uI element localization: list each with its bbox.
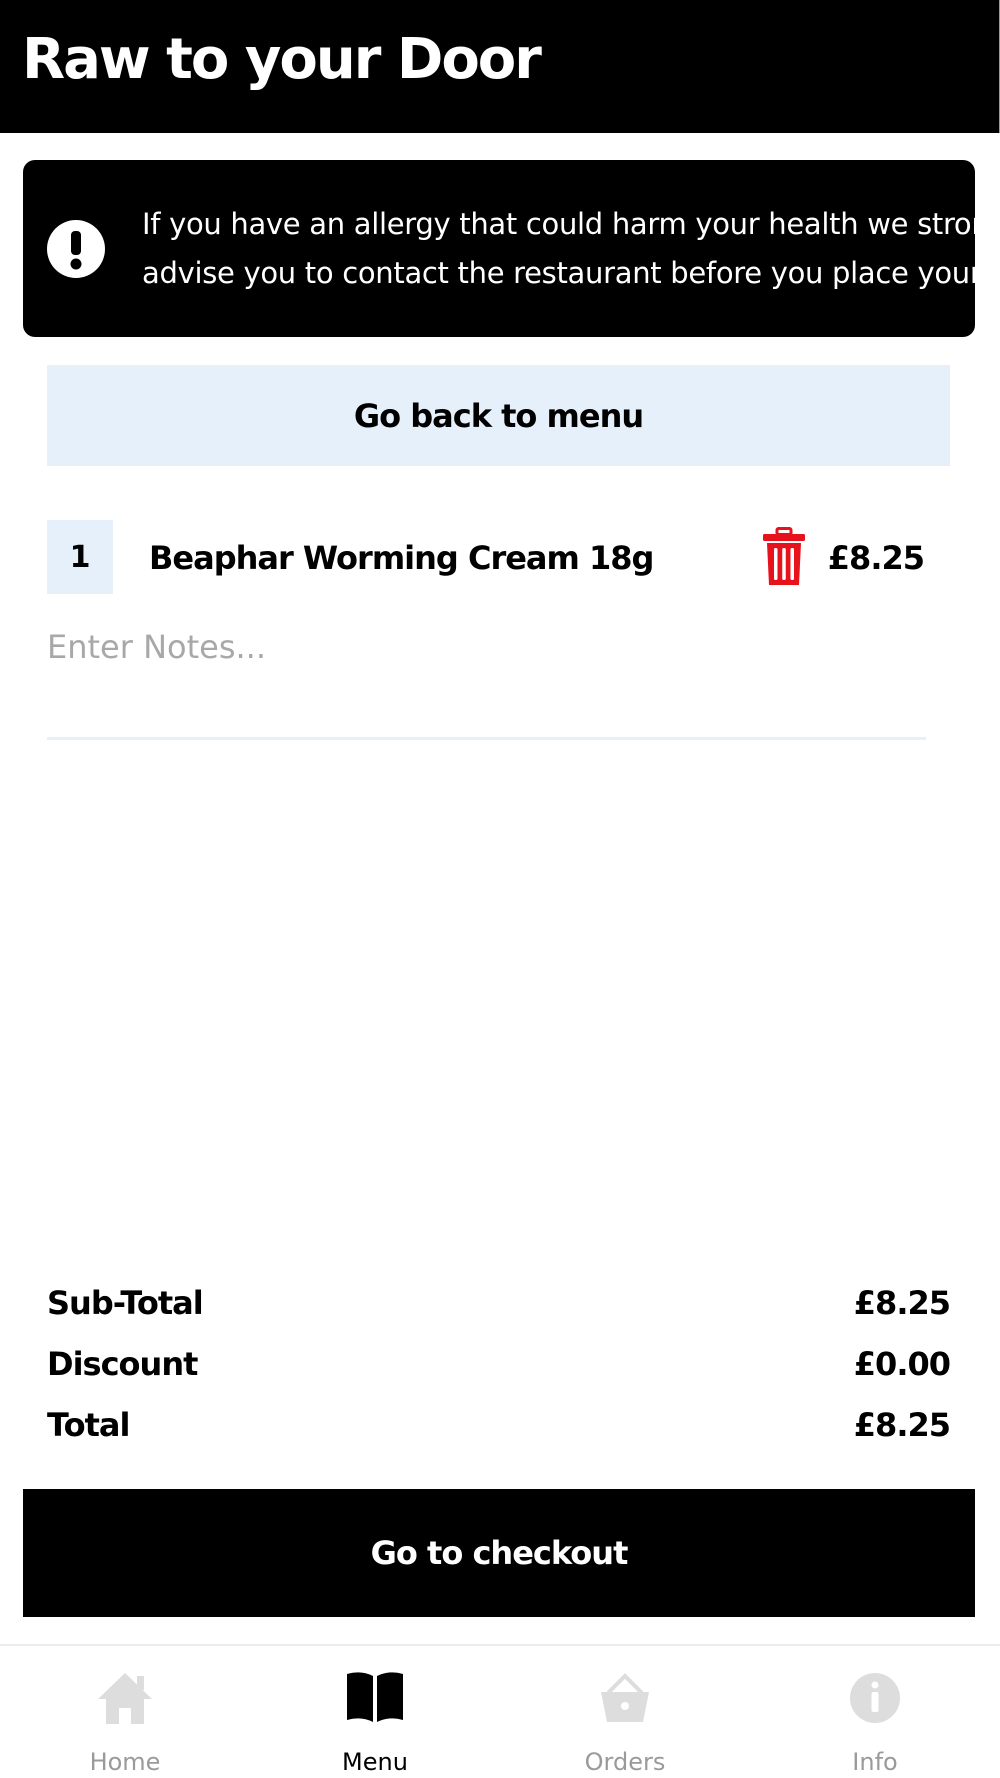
subtotal-label: Sub-Total — [47, 1284, 204, 1322]
tab-orders[interactable]: Orders — [500, 1646, 750, 1778]
trash-icon[interactable] — [762, 527, 806, 587]
allergy-notice-text: If you have an allergy that could harm y… — [142, 200, 975, 298]
tab-info-label: Info — [852, 1748, 898, 1776]
item-name: Beaphar Worming Cream 18g — [149, 539, 654, 577]
allergy-notice-line-1: If you have an allergy that could harm y… — [142, 207, 975, 241]
book-icon — [347, 1672, 403, 1722]
discount-value: £0.00 — [853, 1345, 951, 1383]
go-back-to-menu-button[interactable]: Go back to menu — [47, 365, 950, 466]
basket-icon — [601, 1673, 649, 1722]
item-price: £8.25 — [827, 539, 925, 577]
tab-home[interactable]: Home — [0, 1646, 250, 1778]
subtotal-value: £8.25 — [853, 1284, 951, 1322]
tab-menu-label: Menu — [342, 1748, 408, 1776]
info-icon — [850, 1673, 900, 1723]
total-value: £8.25 — [853, 1406, 951, 1444]
allergy-notice-line-2: advise you to contact the restaurant bef… — [142, 256, 975, 290]
tab-home-label: Home — [89, 1748, 161, 1776]
go-to-checkout-button[interactable]: Go to checkout — [23, 1489, 975, 1617]
notes-input[interactable] — [47, 620, 926, 740]
total-row: Total £8.25 — [47, 1403, 951, 1447]
tab-menu[interactable]: Menu — [250, 1646, 500, 1778]
discount-label: Discount — [47, 1345, 198, 1383]
home-icon — [98, 1673, 152, 1724]
exclamation-circle-icon — [47, 220, 105, 278]
bottom-tab-bar: Home Menu Orders Info — [0, 1644, 1000, 1778]
discount-row: Discount £0.00 — [47, 1342, 951, 1386]
subtotal-row: Sub-Total £8.25 — [47, 1281, 951, 1325]
item-quantity[interactable]: 1 — [47, 520, 113, 594]
total-label: Total — [47, 1406, 130, 1444]
page-title: Raw to your Door — [22, 27, 542, 92]
app-header: Raw to your Door — [0, 0, 1000, 133]
tab-info[interactable]: Info — [750, 1646, 1000, 1778]
tab-orders-label: Orders — [584, 1748, 666, 1776]
